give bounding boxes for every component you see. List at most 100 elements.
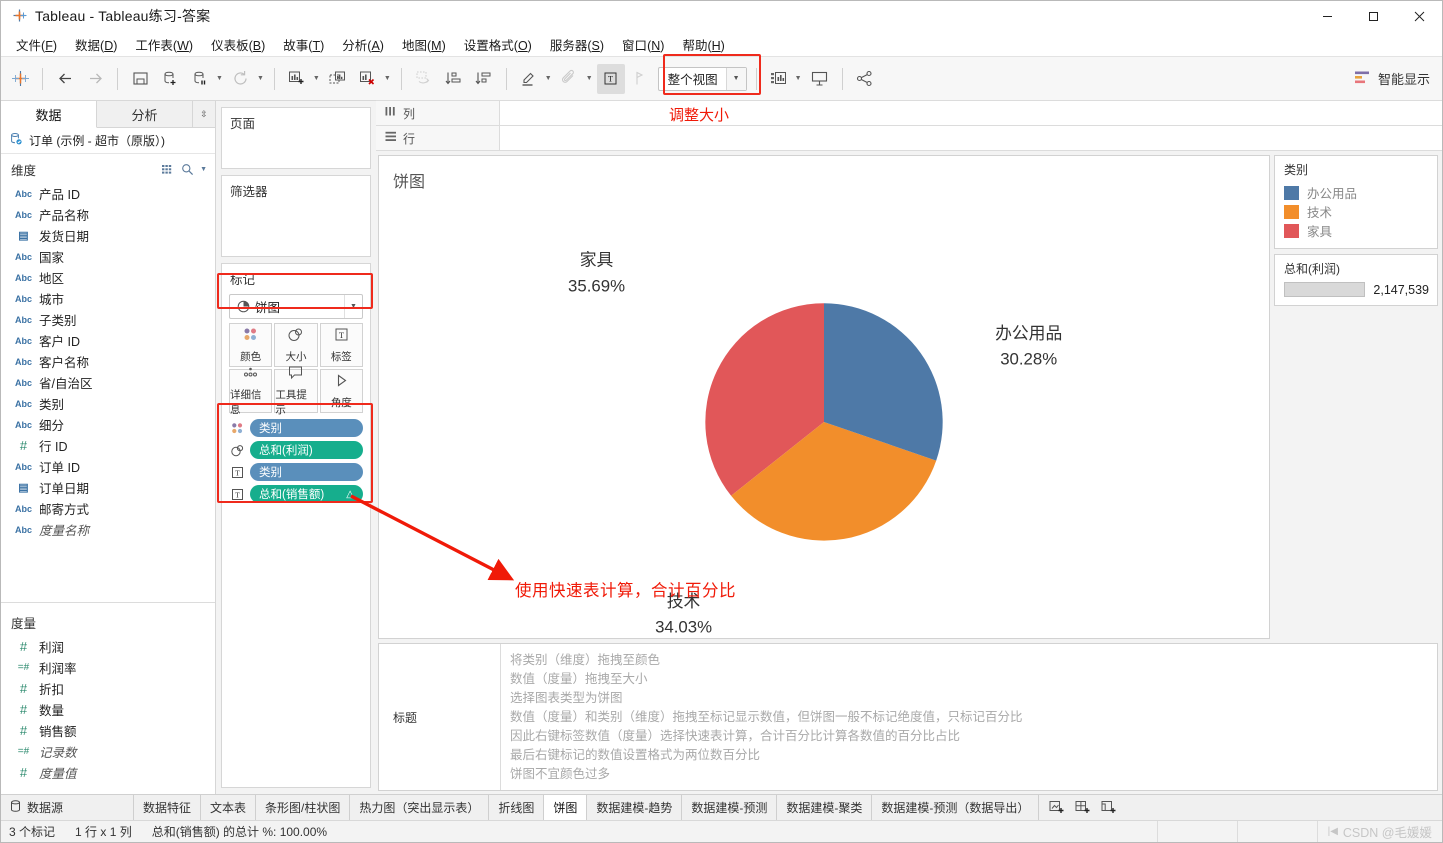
pill-row-label-sales[interactable]: T 总和(销售额) △ bbox=[229, 485, 363, 503]
highlight-caret-icon[interactable]: ▼ bbox=[545, 75, 555, 82]
field-customer-id[interactable]: Abc 客户 ID bbox=[1, 330, 215, 351]
filters-card[interactable]: 筛选器 bbox=[221, 175, 371, 257]
tooltip-button[interactable]: 工具提示 bbox=[274, 366, 318, 416]
sheet-tab-modeling-forecast-export[interactable]: 数据建模-预测（数据导出） bbox=[872, 795, 1040, 820]
angle-button[interactable]: 角度 bbox=[319, 369, 363, 413]
sheet-tab-modeling-forecast[interactable]: 数据建模-预测 bbox=[682, 795, 778, 820]
show-hide-cards-icon[interactable] bbox=[765, 64, 793, 94]
tab-analytics[interactable]: 分析 bbox=[97, 101, 193, 127]
menu-data[interactable]: 数据(D) bbox=[66, 32, 126, 57]
menu-file[interactable]: 文件(F) bbox=[7, 32, 66, 57]
field-ship-date[interactable]: ▤ 发货日期 bbox=[1, 225, 215, 246]
show-me-button[interactable]: 智能显示 bbox=[1354, 69, 1430, 89]
rows-shelf[interactable]: 行 bbox=[376, 125, 1442, 151]
menu-help[interactable]: 帮助(H) bbox=[673, 32, 733, 57]
refresh-caret-icon[interactable]: ▼ bbox=[257, 75, 267, 82]
datasource-row[interactable]: 订单 (示例 - 超市（原版）) bbox=[1, 128, 215, 154]
field-segment[interactable]: Abc 细分 bbox=[1, 414, 215, 435]
pill-sum-profit-size[interactable]: 总和(利润) bbox=[250, 441, 363, 459]
attach-caret-icon[interactable]: ▼ bbox=[586, 75, 596, 82]
field-order-date[interactable]: ▤ 订单日期 bbox=[1, 477, 215, 498]
field-category[interactable]: Abc 类别 bbox=[1, 393, 215, 414]
field-province[interactable]: Abc 省/自治区 bbox=[1, 372, 215, 393]
sheet-tab-text-table[interactable]: 文本表 bbox=[201, 795, 257, 820]
label-button[interactable]: T 标签 bbox=[319, 323, 363, 367]
field-region[interactable]: Abc 地区 bbox=[1, 267, 215, 288]
legend-item-furniture[interactable]: 家具 bbox=[1284, 221, 1429, 240]
field-country[interactable]: Abc 国家 bbox=[1, 246, 215, 267]
pill-category-label[interactable]: 类别 bbox=[250, 463, 363, 481]
field-record-count[interactable]: =# 记录数 bbox=[1, 741, 215, 762]
search-icon[interactable] bbox=[181, 163, 194, 176]
field-subcategory[interactable]: Abc 子类别 bbox=[1, 309, 215, 330]
field-product-id[interactable]: Abc 产品 ID bbox=[1, 183, 215, 204]
pill-category-color[interactable]: 类别 bbox=[250, 419, 363, 437]
refresh-data-source-icon[interactable] bbox=[227, 64, 255, 94]
pill-row-label-category[interactable]: T 类别 bbox=[229, 463, 363, 481]
highlight-icon[interactable] bbox=[515, 64, 543, 94]
show-mark-labels-icon[interactable]: T bbox=[596, 63, 625, 94]
sheet-tab-modeling-trend[interactable]: 数据建模-趋势 bbox=[587, 795, 683, 820]
sort-descending-icon[interactable] bbox=[470, 64, 498, 94]
menu-server[interactable]: 服务器(S) bbox=[541, 32, 613, 57]
legend-item-office-supplies[interactable]: 办公用品 bbox=[1284, 183, 1429, 202]
color-button[interactable]: 颜色 bbox=[229, 323, 273, 367]
field-sales[interactable]: # 销售额 bbox=[1, 720, 215, 741]
columns-shelf[interactable]: 列 bbox=[376, 100, 1442, 126]
pause-caret-icon[interactable]: ▼ bbox=[216, 75, 226, 82]
pause-auto-update-icon[interactable] bbox=[186, 64, 214, 94]
menu-worksheet[interactable]: 工作表(W) bbox=[126, 32, 202, 57]
close-button[interactable] bbox=[1396, 1, 1442, 32]
mark-type-selector[interactable]: 饼图 ▼ bbox=[229, 294, 363, 319]
sheet-tab-heatmap[interactable]: 热力图（突出显示表） bbox=[350, 795, 490, 820]
pill-row-color[interactable]: 类别 bbox=[229, 419, 363, 437]
clear-caret-icon[interactable]: ▼ bbox=[384, 75, 394, 82]
field-product-name[interactable]: Abc 产品名称 bbox=[1, 204, 215, 225]
forward-arrow-icon[interactable] bbox=[81, 64, 109, 94]
field-discount[interactable]: # 折扣 bbox=[1, 678, 215, 699]
minimize-button[interactable] bbox=[1304, 1, 1350, 32]
cards-caret-icon[interactable]: ▼ bbox=[795, 75, 805, 82]
sort-ascending-icon[interactable] bbox=[440, 64, 468, 94]
new-worksheet-tab-icon[interactable] bbox=[1045, 797, 1069, 819]
field-measure-values[interactable]: # 度量值 bbox=[1, 762, 215, 783]
new-story-tab-icon[interactable] bbox=[1097, 797, 1121, 819]
field-customer-name[interactable]: Abc 客户名称 bbox=[1, 351, 215, 372]
save-icon[interactable] bbox=[126, 64, 154, 94]
pill-row-size[interactable]: 总和(利润) bbox=[229, 441, 363, 459]
pie-chart-svg[interactable]: 办公用品 30.28% 技术 34.03% 家具 35.69% bbox=[379, 192, 1269, 652]
swap-rows-columns-icon[interactable] bbox=[410, 64, 438, 94]
clear-sheet-icon[interactable] bbox=[354, 64, 382, 94]
menu-analysis[interactable]: 分析(A) bbox=[333, 32, 393, 57]
datasource-tab[interactable]: 数据源 bbox=[1, 795, 134, 820]
attach-icon[interactable] bbox=[556, 64, 584, 94]
duplicate-sheet-icon[interactable] bbox=[324, 64, 352, 94]
rows-shelf-dropzone[interactable] bbox=[500, 126, 1442, 150]
field-profit[interactable]: # 利润 bbox=[1, 636, 215, 657]
menu-dashboard[interactable]: 仪表板(B) bbox=[202, 32, 274, 57]
pill-sum-sales-label[interactable]: 总和(销售额) △ bbox=[250, 485, 363, 503]
field-profit-ratio[interactable]: =# 利润率 bbox=[1, 657, 215, 678]
menu-format[interactable]: 设置格式(O) bbox=[455, 32, 541, 57]
detail-button[interactable]: 详细信息 bbox=[229, 367, 273, 416]
collapse-pane-icon[interactable]: ⇳ bbox=[193, 101, 215, 127]
mark-type-caret-icon[interactable]: ▼ bbox=[344, 295, 362, 318]
pages-card[interactable]: 页面 bbox=[221, 107, 371, 169]
sheet-tab-bar-chart[interactable]: 条形图/柱状图 bbox=[256, 795, 351, 820]
fit-selector-caret-icon[interactable]: ▼ bbox=[725, 67, 746, 90]
menu-map[interactable]: 地图(M) bbox=[393, 32, 455, 57]
columns-shelf-dropzone[interactable] bbox=[500, 101, 1442, 125]
tab-data[interactable]: 数据 bbox=[1, 101, 97, 128]
menu-story[interactable]: 故事(T) bbox=[274, 32, 333, 57]
caption-body[interactable]: 将类别（维度）拖拽至颜色 数值（度量）拖拽至大小 选择图表类型为饼图 数值（度量… bbox=[501, 644, 1437, 790]
sheet-tab-pie-chart[interactable]: 饼图 bbox=[544, 795, 588, 820]
fix-axes-icon[interactable] bbox=[627, 64, 655, 94]
field-row-id[interactable]: # 行 ID bbox=[1, 435, 215, 456]
menu-window[interactable]: 窗口(N) bbox=[613, 32, 673, 57]
share-icon[interactable] bbox=[851, 64, 879, 94]
new-worksheet-caret-icon[interactable]: ▼ bbox=[313, 75, 323, 82]
size-button[interactable]: 大小 bbox=[274, 323, 318, 367]
fit-selector[interactable]: 整个视图 ▼ bbox=[657, 66, 747, 91]
sheet-tab-data-features[interactable]: 数据特征 bbox=[134, 795, 202, 820]
group-by-folder-icon[interactable] bbox=[162, 164, 175, 175]
